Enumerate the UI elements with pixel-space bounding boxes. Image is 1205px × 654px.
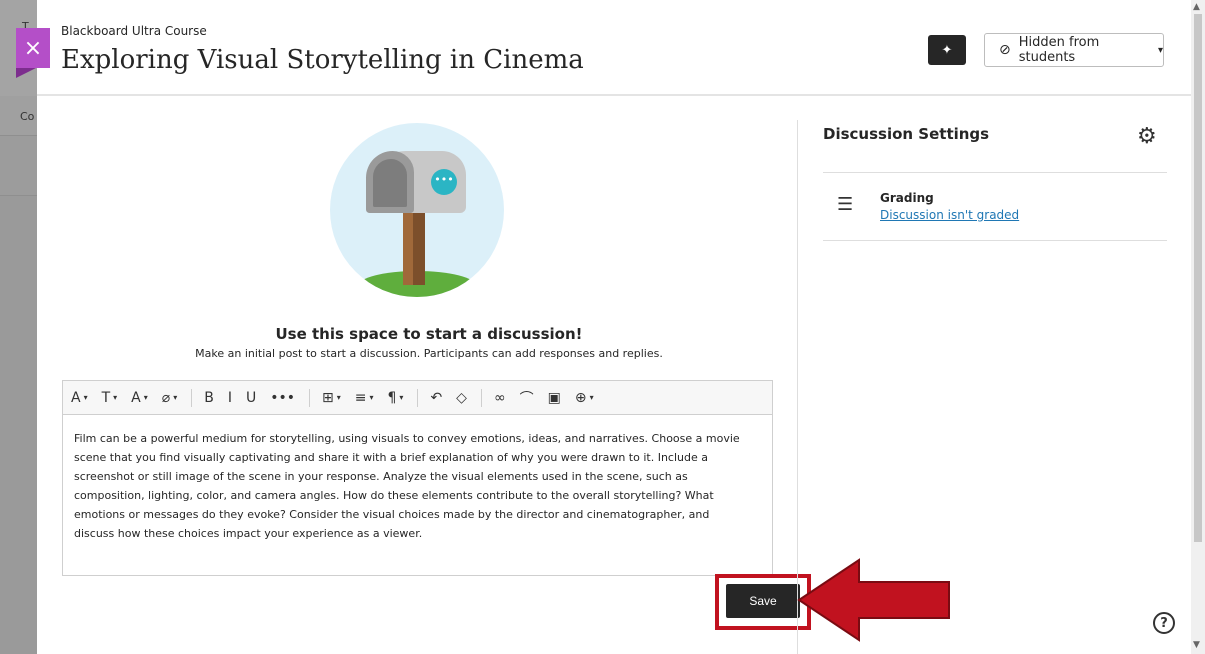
chat-bubble-icon: ••• [431,169,457,195]
font-size-icon-glyph: A [131,389,141,406]
background-text: Co [20,110,35,123]
sparkle-icon: ✦ [941,42,953,58]
scroll-down-icon[interactable]: ▼ [1193,640,1200,650]
insert-icon[interactable]: ⊕ ▾ [575,390,594,406]
bold-icon-glyph: B [204,389,214,406]
discussion-settings-panel: Discussion Settings ⚙ ☰ Grading Discussi… [823,98,1167,654]
italic-icon[interactable]: I [228,390,232,406]
discussion-main: ••• Use this space to start a discussion… [61,98,811,654]
attach-icon[interactable]: ⌒ [520,388,534,408]
paragraph-icon-glyph: ¶ [387,389,397,406]
paragraph-style-icon[interactable]: T ▾ [102,390,118,406]
eye-slash-icon: ⊘ [999,42,1011,58]
attach-icon-glyph: ⌒ [519,390,534,407]
background-course-page: T Co [0,0,40,654]
image-icon[interactable]: ▣ [548,390,561,406]
divider [823,172,1167,173]
ai-assist-button[interactable]: ✦ [928,35,966,65]
save-button[interactable]: Save [726,584,800,618]
grading-link[interactable]: Discussion isn't graded [880,208,1019,222]
text-style-icon-glyph: A [71,389,81,406]
chevron-down-icon: ▾ [113,393,118,402]
chevron-down-icon: ▾ [589,393,594,402]
chevron-down-icon: ▾ [399,393,404,402]
settings-title: Discussion Settings [823,125,990,143]
underline-icon-glyph: U [245,389,257,406]
help-icon[interactable]: ? [1153,612,1175,634]
align-icon-glyph: ≡ [354,389,367,406]
highlight-icon[interactable]: ⌀ ▾ [162,390,177,406]
toolbar-separator [191,388,193,407]
panel-header: Blackboard Ultra Course Exploring Visual… [37,0,1191,96]
mailbox-illustration: ••• [330,123,504,297]
empty-state-subtitle: Make an initial post to start a discussi… [195,347,663,360]
empty-state-title: Use this space to start a discussion! [275,325,583,343]
editor-toolbar: A ▾ T ▾ A ▾ ⌀ ▾ B I U ••• ⊞ ▾ ≡ ▾ ¶ ▾ ↶ ◇ ∞ ⌒ ▣ ⊕ ▾ [63,381,772,415]
link-icon[interactable]: ∞ [494,390,506,406]
insert-icon-glyph: ⊕ [574,389,587,406]
grading-icon: ☰ [837,194,854,215]
more-icon[interactable]: ••• [270,390,295,406]
chevron-down-icon: ▾ [143,393,148,402]
chevron-down-icon: ▾ [1157,44,1163,56]
paragraph-icon[interactable]: ¶ ▾ [388,390,404,406]
gear-icon[interactable]: ⚙ [1137,124,1157,149]
page-title[interactable]: Exploring Visual Storytelling in Cinema [61,45,584,75]
undo-icon[interactable]: ↶ [430,390,442,406]
toolbar-separator [480,388,482,407]
editor-content[interactable]: Film can be a powerful medium for storyt… [63,415,753,543]
undo-icon-glyph: ↶ [430,389,443,406]
link-icon-glyph: ∞ [493,389,506,406]
table-icon[interactable]: ⊞ ▾ [322,390,341,406]
chevron-down-icon: ▾ [336,393,341,402]
rich-text-editor[interactable]: A ▾ T ▾ A ▾ ⌀ ▾ B I U ••• ⊞ ▾ ≡ ▾ ¶ ▾ ↶ ◇ ∞ ⌒ ▣ ⊕ ▾ Film can be … [62,380,773,576]
toolbar-separator [309,388,310,407]
italic-icon-glyph: I [227,389,232,406]
close-icon: × [23,35,43,61]
divider [823,240,1167,241]
chevron-down-icon: ▾ [173,393,178,402]
more-icon-glyph: ••• [270,389,295,406]
scrollbar[interactable]: ▲ ▼ [1191,0,1205,654]
underline-icon[interactable]: U [246,390,256,406]
table-icon-glyph: ⊞ [322,389,334,406]
text-style-icon[interactable]: A ▾ [71,390,88,406]
toolbar-separator [417,388,419,407]
bold-icon[interactable]: B [204,390,214,406]
chevron-down-icon: ▾ [83,393,88,402]
font-size-icon[interactable]: A ▾ [131,390,148,406]
eraser-icon-glyph: ◇ [456,389,467,406]
eraser-icon[interactable]: ◇ [456,390,467,406]
grading-label: Grading [880,191,934,205]
align-icon[interactable]: ≡ ▾ [355,390,374,406]
close-panel-button[interactable]: × [16,28,50,78]
image-icon-glyph: ▣ [547,389,561,406]
scroll-up-icon[interactable]: ▲ [1193,2,1200,12]
course-name: Blackboard Ultra Course [61,24,207,38]
visibility-label: Hidden from students [1018,35,1100,65]
discussion-panel: Blackboard Ultra Course Exploring Visual… [37,0,1191,654]
scrollbar-thumb[interactable] [1194,14,1202,542]
chevron-down-icon: ▾ [369,393,374,402]
highlight-icon-glyph: ⌀ [161,389,171,406]
paragraph-style-icon-glyph: T [101,389,111,406]
visibility-dropdown[interactable]: ⊘ Hidden from students ▾ [984,33,1164,67]
